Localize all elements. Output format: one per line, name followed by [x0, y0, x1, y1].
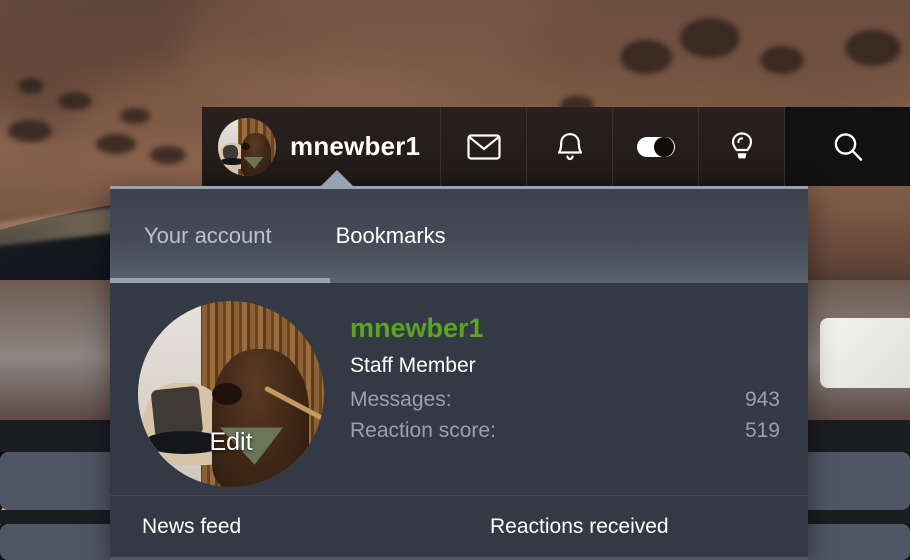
dropdown-footer-links: News feed Reactions received [110, 495, 808, 557]
account-user-title: Staff Member [350, 354, 476, 377]
nav-dark-mode-toggle[interactable] [613, 107, 700, 186]
dropdown-caret [320, 170, 354, 187]
page-card-white [820, 318, 910, 388]
stat-reaction-score-label: Reaction score: [350, 419, 496, 442]
link-reactions-received[interactable]: Reactions received [490, 515, 669, 539]
nav-search-button[interactable] [785, 107, 910, 186]
inbox-icon [467, 133, 501, 160]
screen: mnewber1 Your account Bookmarks Edit mne… [0, 0, 910, 560]
dropdown-tab-bar: Your account Bookmarks [110, 186, 808, 283]
stat-messages: Messages: 943 [350, 388, 780, 412]
stat-reaction-score-value: 519 [744, 419, 780, 442]
nav-avatar[interactable] [218, 117, 276, 176]
account-username-link[interactable]: mnewber1 [350, 313, 780, 344]
nav-alerts-button[interactable] [527, 107, 614, 186]
account-summary: Edit mnewber1 Staff Member Messages: 943… [110, 283, 808, 495]
nav-inbox-button[interactable] [441, 107, 528, 186]
profile-avatar-edit[interactable]: Edit [138, 301, 324, 487]
nav-whats-new-button[interactable] [699, 107, 786, 186]
account-dropdown-panel: Your account Bookmarks Edit mnewber1 Sta… [110, 170, 808, 560]
tab-your-account[interactable]: Your account [142, 223, 274, 249]
alerts-bell-icon [556, 131, 584, 163]
stat-reaction-score: Reaction score: 519 [350, 419, 780, 443]
stat-messages-label: Messages: [350, 388, 452, 411]
nav-username-label: mnewber1 [290, 131, 421, 161]
lightbulb-icon [729, 131, 755, 163]
account-details: mnewber1 Staff Member Messages: 943 Reac… [324, 301, 808, 495]
navigation-bar: mnewber1 [202, 107, 910, 186]
dark-mode-toggle-icon [636, 134, 676, 160]
tab-bookmarks[interactable]: Bookmarks [334, 223, 448, 249]
link-news-feed[interactable]: News feed [142, 515, 490, 539]
stat-messages-value: 943 [744, 388, 780, 411]
search-icon [831, 130, 865, 164]
